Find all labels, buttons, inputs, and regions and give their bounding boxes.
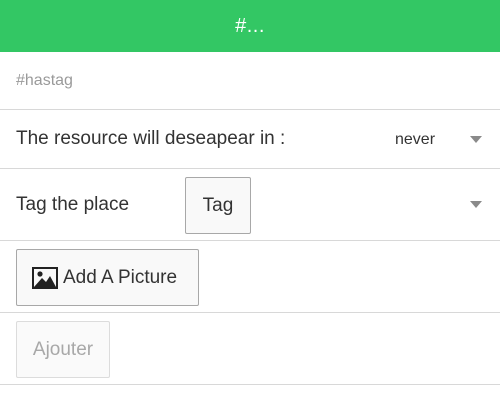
submit-button[interactable]: Ajouter [16,321,110,378]
tag-place-select[interactable] [260,177,490,233]
chevron-down-icon [470,201,482,208]
submit-button-label: Ajouter [32,338,94,360]
tag-place-row: Tag the place Tag [0,169,500,241]
expire-select-value: never [395,131,436,148]
image-icon [32,266,58,289]
submit-row: Ajouter [0,313,500,385]
chevron-down-icon [470,136,482,143]
tag-button[interactable]: Tag [185,177,251,234]
picture-row: Add A Picture [0,241,500,313]
header-title: #... [235,14,265,37]
app-header: #... [0,0,500,52]
hashtag-input[interactable] [16,64,476,98]
hashtag-row [0,52,500,110]
add-picture-label: Add A Picture [63,266,178,288]
tag-button-label: Tag [202,194,234,216]
add-picture-button[interactable]: Add A Picture [16,249,199,306]
expire-label: The resource will deseapear in : [16,128,286,149]
expire-row: The resource will deseapear in : never [0,110,500,169]
tag-place-label: Tag the place [16,194,130,215]
